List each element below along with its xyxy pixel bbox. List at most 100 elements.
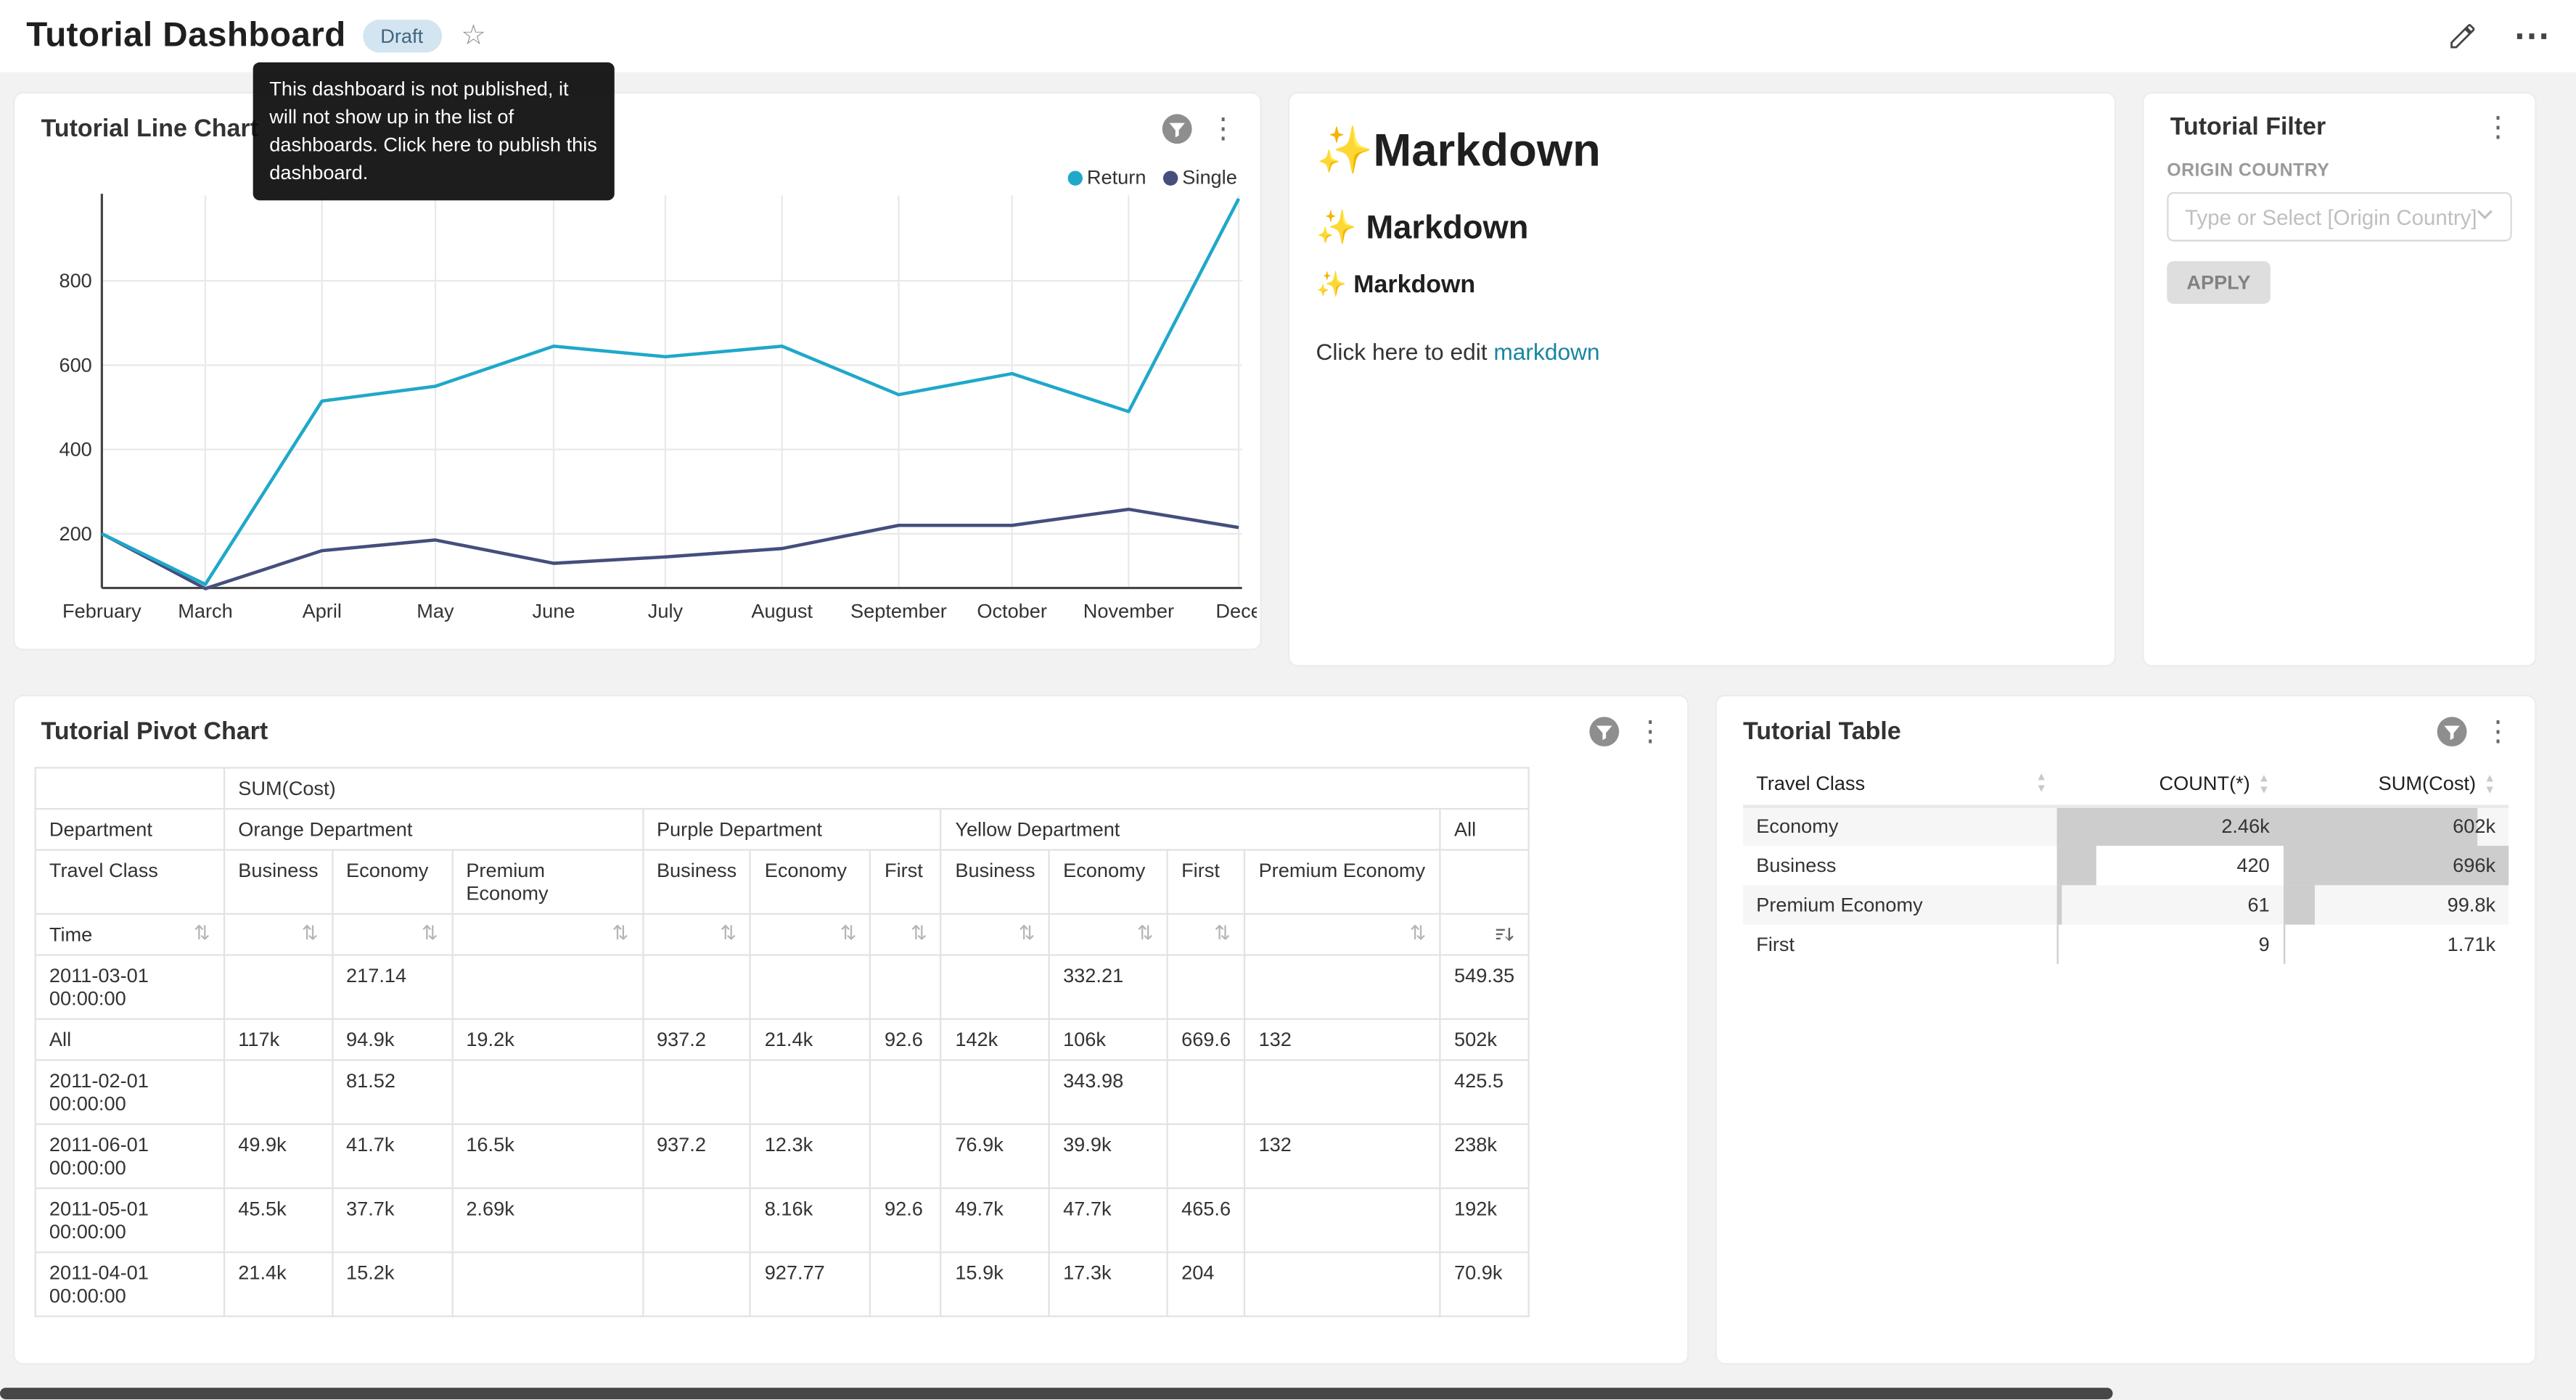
sum-cell: 602k xyxy=(2283,806,2509,845)
card-actions: ⋮ xyxy=(1162,113,1237,144)
pivot-cell: 204 xyxy=(1168,1252,1244,1316)
pivot-cell: 49.9k xyxy=(224,1124,332,1188)
pivot-department-header: Yellow Department xyxy=(941,809,1440,850)
x-axis-tick-label: August xyxy=(751,599,813,622)
apply-button[interactable]: APPLY xyxy=(2167,261,2270,304)
star-icon[interactable]: ☆ xyxy=(461,20,486,52)
pivot-cell: 92.6 xyxy=(871,1188,941,1252)
pivot-class-header: Economy xyxy=(332,850,452,914)
markdown-heading-3: ✨ Markdown xyxy=(1316,269,2088,299)
pivot-cell: 669.6 xyxy=(1168,1019,1244,1061)
sort-carets-icon: ▲▼ xyxy=(2035,773,2047,796)
travel-class-cell: Economy xyxy=(1743,806,2057,845)
sort-toggle-icon[interactable]: ⇅ xyxy=(302,923,319,942)
kebab-menu-icon[interactable]: ⋮ xyxy=(2484,717,2511,745)
pivot-cell: 927.77 xyxy=(750,1252,870,1316)
origin-country-select[interactable]: Type or Select [Origin Country] xyxy=(2167,192,2511,242)
card-header: Tutorial Line Chart ⋮ xyxy=(15,94,1260,155)
pivot-cell xyxy=(452,1252,643,1316)
sort-toggle-icon[interactable]: ⇅ xyxy=(911,923,927,942)
pivot-row: 2011-04-01 00:00:0021.4k15.2k927.7715.9k… xyxy=(36,1252,1529,1316)
pivot-row: 2011-03-01 00:00:00217.14332.21549.35 xyxy=(36,955,1529,1019)
kebab-menu-icon[interactable]: ⋮ xyxy=(2484,113,2511,141)
kebab-menu-icon[interactable]: ⋮ xyxy=(1209,115,1236,142)
markdown-body: ✨Markdown ✨ Markdown ✨ Markdown Click he… xyxy=(1289,94,2114,378)
pivot-cell: 21.4k xyxy=(750,1019,870,1061)
kebab-menu-icon[interactable]: ⋮ xyxy=(1636,717,1664,745)
count-cell: 420 xyxy=(2057,846,2283,885)
legend-dot-icon xyxy=(1067,170,1082,184)
pivot-cell: 94.9k xyxy=(332,1019,452,1061)
sort-toggle-icon[interactable]: ⇅ xyxy=(612,923,629,942)
card-actions: ⋮ xyxy=(1588,716,1664,747)
pivot-cell: 132 xyxy=(1244,1124,1440,1188)
travel-class-cell: Business xyxy=(1743,846,2057,885)
card-title: Tutorial Table xyxy=(1743,717,1901,745)
column-label: SUM(Cost) xyxy=(2379,772,2476,795)
edit-pencil-icon[interactable] xyxy=(2448,21,2477,51)
table-row: Economy2.46k602k xyxy=(1743,806,2509,845)
column-header-travel-class[interactable]: Travel Class▲▼ xyxy=(1743,764,2057,806)
pivot-time-label: Time xyxy=(49,923,92,946)
cell-value: 9 xyxy=(2259,933,2270,956)
pivot-cell xyxy=(1244,1188,1440,1252)
pivot-cell xyxy=(871,1060,941,1124)
pivot-cell: 37.7k xyxy=(332,1188,452,1252)
pivot-class-header: Business xyxy=(643,850,751,914)
cell-value: 1.71k xyxy=(2448,933,2495,956)
sort-toggle-icon[interactable]: ⇅ xyxy=(720,923,737,942)
pivot-cell xyxy=(1168,1060,1244,1124)
sort-toggle-icon[interactable]: ⇅ xyxy=(1137,923,1154,942)
pivot-department-header: Orange Department xyxy=(224,809,643,850)
pivot-cell xyxy=(1244,955,1440,1019)
filter-badge-icon[interactable] xyxy=(2437,716,2468,747)
pivot-cell xyxy=(941,955,1049,1019)
sort-toggle-icon[interactable]: ⇅ xyxy=(1410,923,1427,942)
pivot-row-header: 2011-02-01 00:00:00 xyxy=(36,1060,224,1124)
filter-badge-icon[interactable] xyxy=(1162,113,1193,144)
top-bar: Tutorial Dashboard Draft ☆ ⋯ xyxy=(0,0,2576,73)
table-row: Business420696k xyxy=(1743,846,2509,885)
pivot-sort-cell: ⇅ xyxy=(1244,914,1440,955)
pivot-cell xyxy=(643,955,751,1019)
page-title: Tutorial Dashboard xyxy=(26,17,345,56)
pivot-cell: 217.14 xyxy=(332,955,452,1019)
sort-toggle-icon[interactable]: ⇅ xyxy=(422,923,438,942)
pivot-cell xyxy=(643,1252,751,1316)
sort-desc-icon[interactable] xyxy=(1495,923,1514,944)
pivot-cell xyxy=(452,1060,643,1124)
pivot-corner-cell xyxy=(36,767,224,809)
cell-value: 61 xyxy=(2248,893,2270,916)
draft-badge[interactable]: Draft xyxy=(362,20,441,52)
markdown-edit-link[interactable]: markdown xyxy=(1493,338,1599,364)
pivot-cell xyxy=(452,955,643,1019)
sort-toggle-icon[interactable]: ⇅ xyxy=(194,923,210,942)
card-title: Tutorial Line Chart xyxy=(41,115,258,142)
pivot-row: 2011-02-01 00:00:0081.52343.98425.5 xyxy=(36,1060,1529,1124)
pivot-cell: 132 xyxy=(1244,1019,1440,1061)
origin-country-label: ORIGIN COUNTRY xyxy=(2167,161,2511,181)
horizontal-scrollbar-thumb[interactable] xyxy=(0,1388,2113,1399)
topbar-actions: ⋯ xyxy=(2448,21,2549,51)
sort-toggle-icon[interactable]: ⇅ xyxy=(840,923,857,942)
pivot-cell: 937.2 xyxy=(643,1019,751,1061)
y-axis-tick-label: 600 xyxy=(59,353,91,376)
pivot-department-header: All xyxy=(1440,809,1529,850)
sort-toggle-icon[interactable]: ⇅ xyxy=(1019,923,1035,942)
value-bar xyxy=(2057,885,2063,924)
cell-value: 602k xyxy=(2453,815,2495,839)
markdown-heading-2: ✨ Markdown xyxy=(1316,207,2088,248)
column-header-sum[interactable]: SUM(Cost)▲▼ xyxy=(2283,764,2509,806)
pivot-cell: 21.4k xyxy=(224,1252,332,1316)
pivot-row-header: All xyxy=(36,1019,224,1061)
publish-tooltip: This dashboard is not published, it will… xyxy=(253,62,615,200)
column-header-count[interactable]: COUNT(*)▲▼ xyxy=(2057,764,2283,806)
legend-dot-icon xyxy=(1162,170,1177,184)
pivot-cell: 8.16k xyxy=(750,1188,870,1252)
sort-toggle-icon[interactable]: ⇅ xyxy=(1214,923,1231,942)
travel-class-cell: First xyxy=(1743,924,2057,963)
pivot-cell: 41.7k xyxy=(332,1124,452,1188)
filter-badge-icon[interactable] xyxy=(1588,716,1620,747)
pivot-row-header: 2011-03-01 00:00:00 xyxy=(36,955,224,1019)
pivot-sort-cell: ⇅ xyxy=(332,914,452,955)
